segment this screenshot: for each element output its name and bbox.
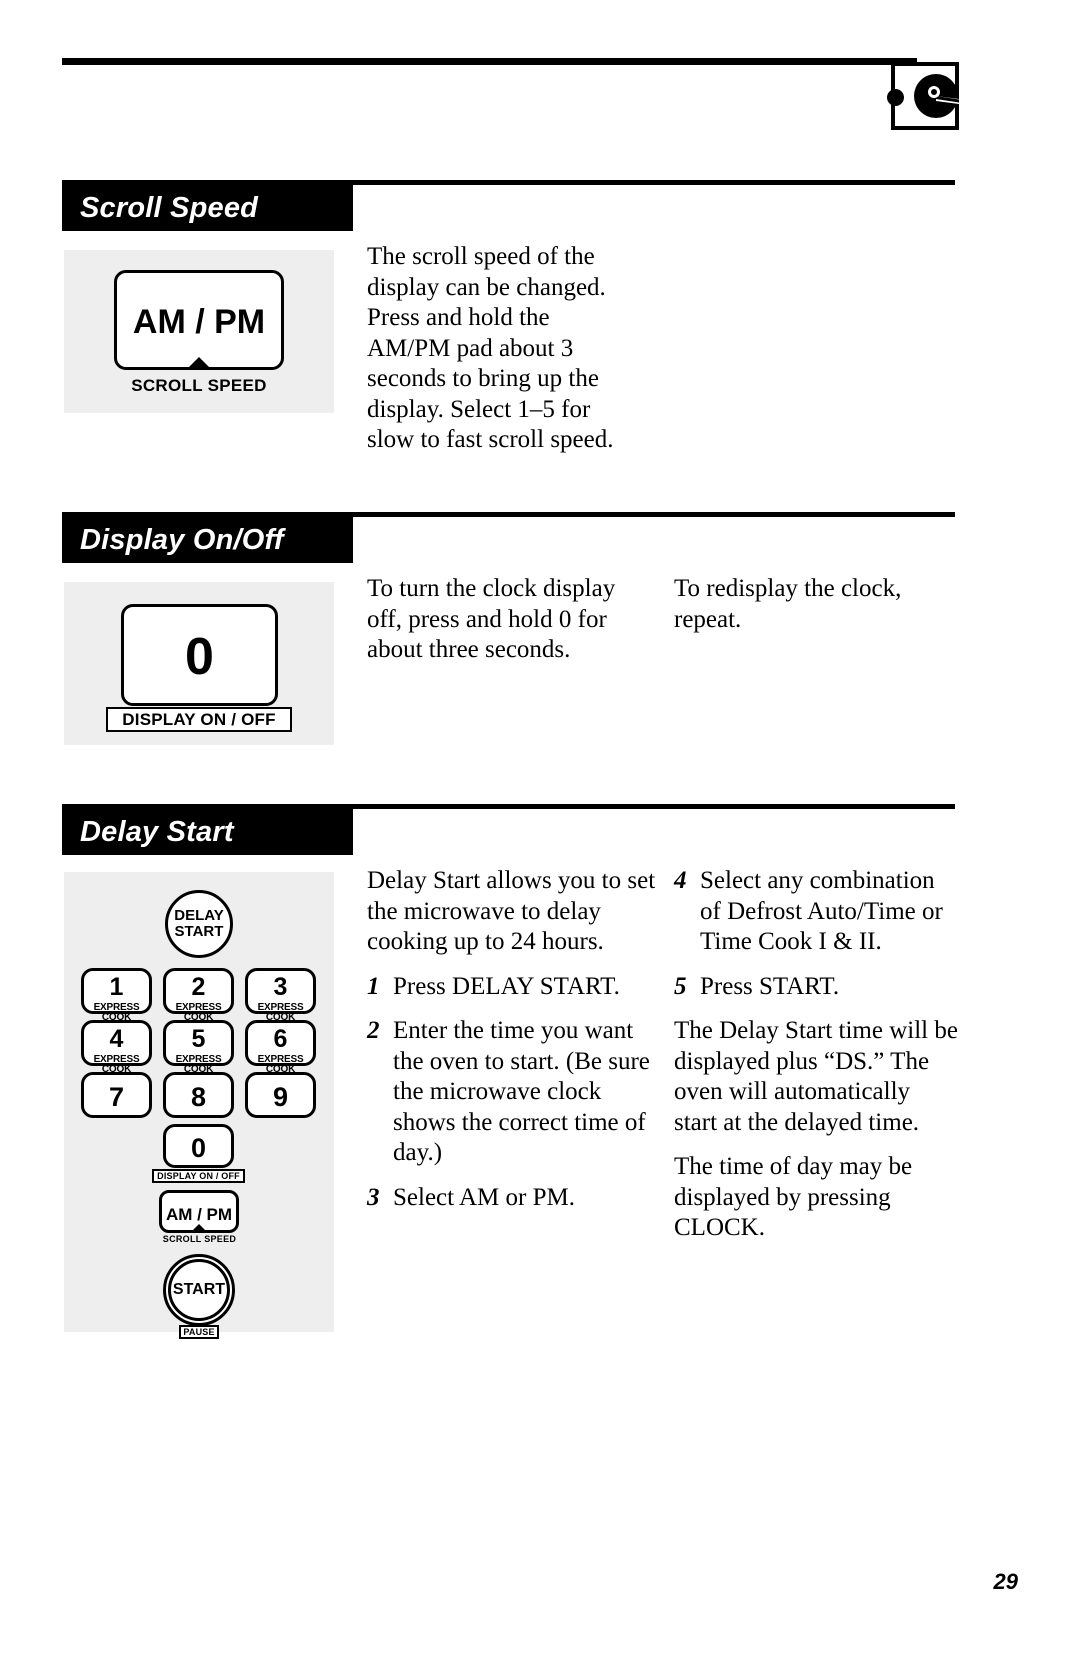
button-delay-start-label: DELAY START: [174, 907, 224, 940]
step-number: 4: [674, 867, 687, 894]
pad-zero[interactable]: 0: [121, 604, 278, 706]
step-item: 3 Select AM or PM.: [367, 1183, 657, 1214]
caption-button-pause: PAUSE: [179, 1325, 219, 1339]
illustration-display-on-off: 0 DISPLAY ON / OFF: [64, 582, 334, 745]
key-digit: 5: [191, 1025, 206, 1053]
key-digit: 3: [273, 973, 288, 1001]
up-triangle-icon: [191, 1224, 207, 1232]
knob-dot-icon: [887, 89, 904, 106]
text-column-display-1: To turn the clock display off, press and…: [367, 574, 642, 680]
key-9[interactable]: 9: [245, 1072, 316, 1118]
step-item: 4 Select any combination of Defrost Auto…: [674, 866, 959, 958]
page-root: Scroll Speed AM / PM SCROLL SPEED The sc…: [0, 0, 1080, 1669]
knob-dial-icon: [887, 62, 959, 130]
key-7[interactable]: 7: [81, 1072, 152, 1118]
key-ampm-label: AM / PM: [165, 1205, 233, 1224]
paragraph-intro: Delay Start allows you to set the microw…: [367, 867, 656, 955]
text-column-display-2: To redisplay the clock, repeat.: [674, 574, 944, 649]
key-8[interactable]: 8: [163, 1072, 234, 1118]
key-4[interactable]: 4 EXPRESS COOK: [81, 1020, 152, 1075]
key-digit: 2: [191, 973, 206, 1001]
key-digit: 4: [109, 1025, 124, 1053]
step-number: 1: [367, 972, 380, 1000]
paragraph: The Delay Start time will be displayed p…: [674, 1017, 958, 1136]
header-rule: [62, 58, 917, 65]
key-digit: 9: [272, 1082, 289, 1112]
text-column-delay-1: Delay Start allows you to set the microw…: [367, 866, 657, 1227]
caption-key-ampm-scroll-speed: SCROLL SPEED: [162, 1234, 237, 1244]
paragraph: The time of day may be displayed by pres…: [674, 1153, 913, 1241]
pad-zero-label: 0: [185, 628, 214, 686]
step-text: Select AM or PM.: [393, 1183, 575, 1211]
button-start-label: START: [172, 1280, 226, 1298]
key-3[interactable]: 3 EXPRESS COOK: [245, 968, 316, 1023]
key-5[interactable]: 5 EXPRESS COOK: [163, 1020, 234, 1075]
key-2[interactable]: 2 EXPRESS COOK: [163, 968, 234, 1023]
step-text: Select any combination of Defrost Auto/T…: [700, 867, 943, 955]
step-text: Press DELAY START.: [393, 972, 620, 1000]
step-number: 2: [367, 1017, 380, 1044]
up-triangle-icon: [186, 357, 212, 370]
pad-ampm-label: AM / PM: [132, 303, 266, 341]
caption-scroll-speed: SCROLL SPEED: [131, 376, 267, 395]
paragraph: To turn the clock display off, press and…: [367, 575, 616, 663]
caption-key-zero-display-on-off: DISPLAY ON / OFF: [152, 1169, 245, 1183]
key-digit: 7: [108, 1082, 125, 1112]
step-number: 5: [674, 972, 687, 1000]
text-column-scroll-speed: The scroll speed of the display can be c…: [367, 242, 637, 470]
paragraph: To redisplay the clock, repeat.: [674, 575, 902, 633]
section-title-display-on-off: Display On/Off: [62, 517, 353, 563]
key-6[interactable]: 6 EXPRESS COOK: [245, 1020, 316, 1075]
paragraph: The scroll speed of the display can be c…: [367, 243, 614, 453]
step-number: 3: [367, 1183, 380, 1211]
page-number: 29: [993, 1569, 1018, 1594]
key-1[interactable]: 1 EXPRESS COOK: [81, 968, 152, 1023]
pad-ampm[interactable]: AM / PM: [114, 270, 284, 370]
caption-display-on-off: DISPLAY ON / OFF: [106, 707, 292, 732]
section-title-scroll-speed: Scroll Speed: [62, 185, 353, 231]
button-start[interactable]: START: [168, 1259, 230, 1321]
key-digit: 8: [190, 1082, 207, 1112]
illustration-delay-start-keypad: DELAY START 1 EXPRESS COOK 2 EXPRESS COOK…: [64, 872, 334, 1339]
step-item: 1 Press DELAY START.: [367, 972, 657, 1003]
key-digit: 6: [273, 1025, 288, 1053]
knob-glyph-icon: [914, 74, 959, 118]
key-digit: 1: [109, 973, 124, 1001]
illustration-scroll-speed: AM / PM SCROLL SPEED: [64, 250, 334, 413]
step-item: 5 Press START.: [674, 972, 959, 1003]
section-title-delay-start: Delay Start: [62, 809, 353, 855]
text-column-delay-2: 4 Select any combination of Defrost Auto…: [674, 866, 959, 1258]
step-text: Press START.: [700, 972, 840, 1000]
step-text: Enter the time you want the oven to star…: [393, 1017, 650, 1166]
step-item: 2 Enter the time you want the oven to st…: [367, 1016, 657, 1169]
key-0[interactable]: 0: [163, 1124, 234, 1168]
key-digit: 0: [190, 1133, 207, 1163]
button-delay-start[interactable]: DELAY START: [165, 890, 233, 958]
